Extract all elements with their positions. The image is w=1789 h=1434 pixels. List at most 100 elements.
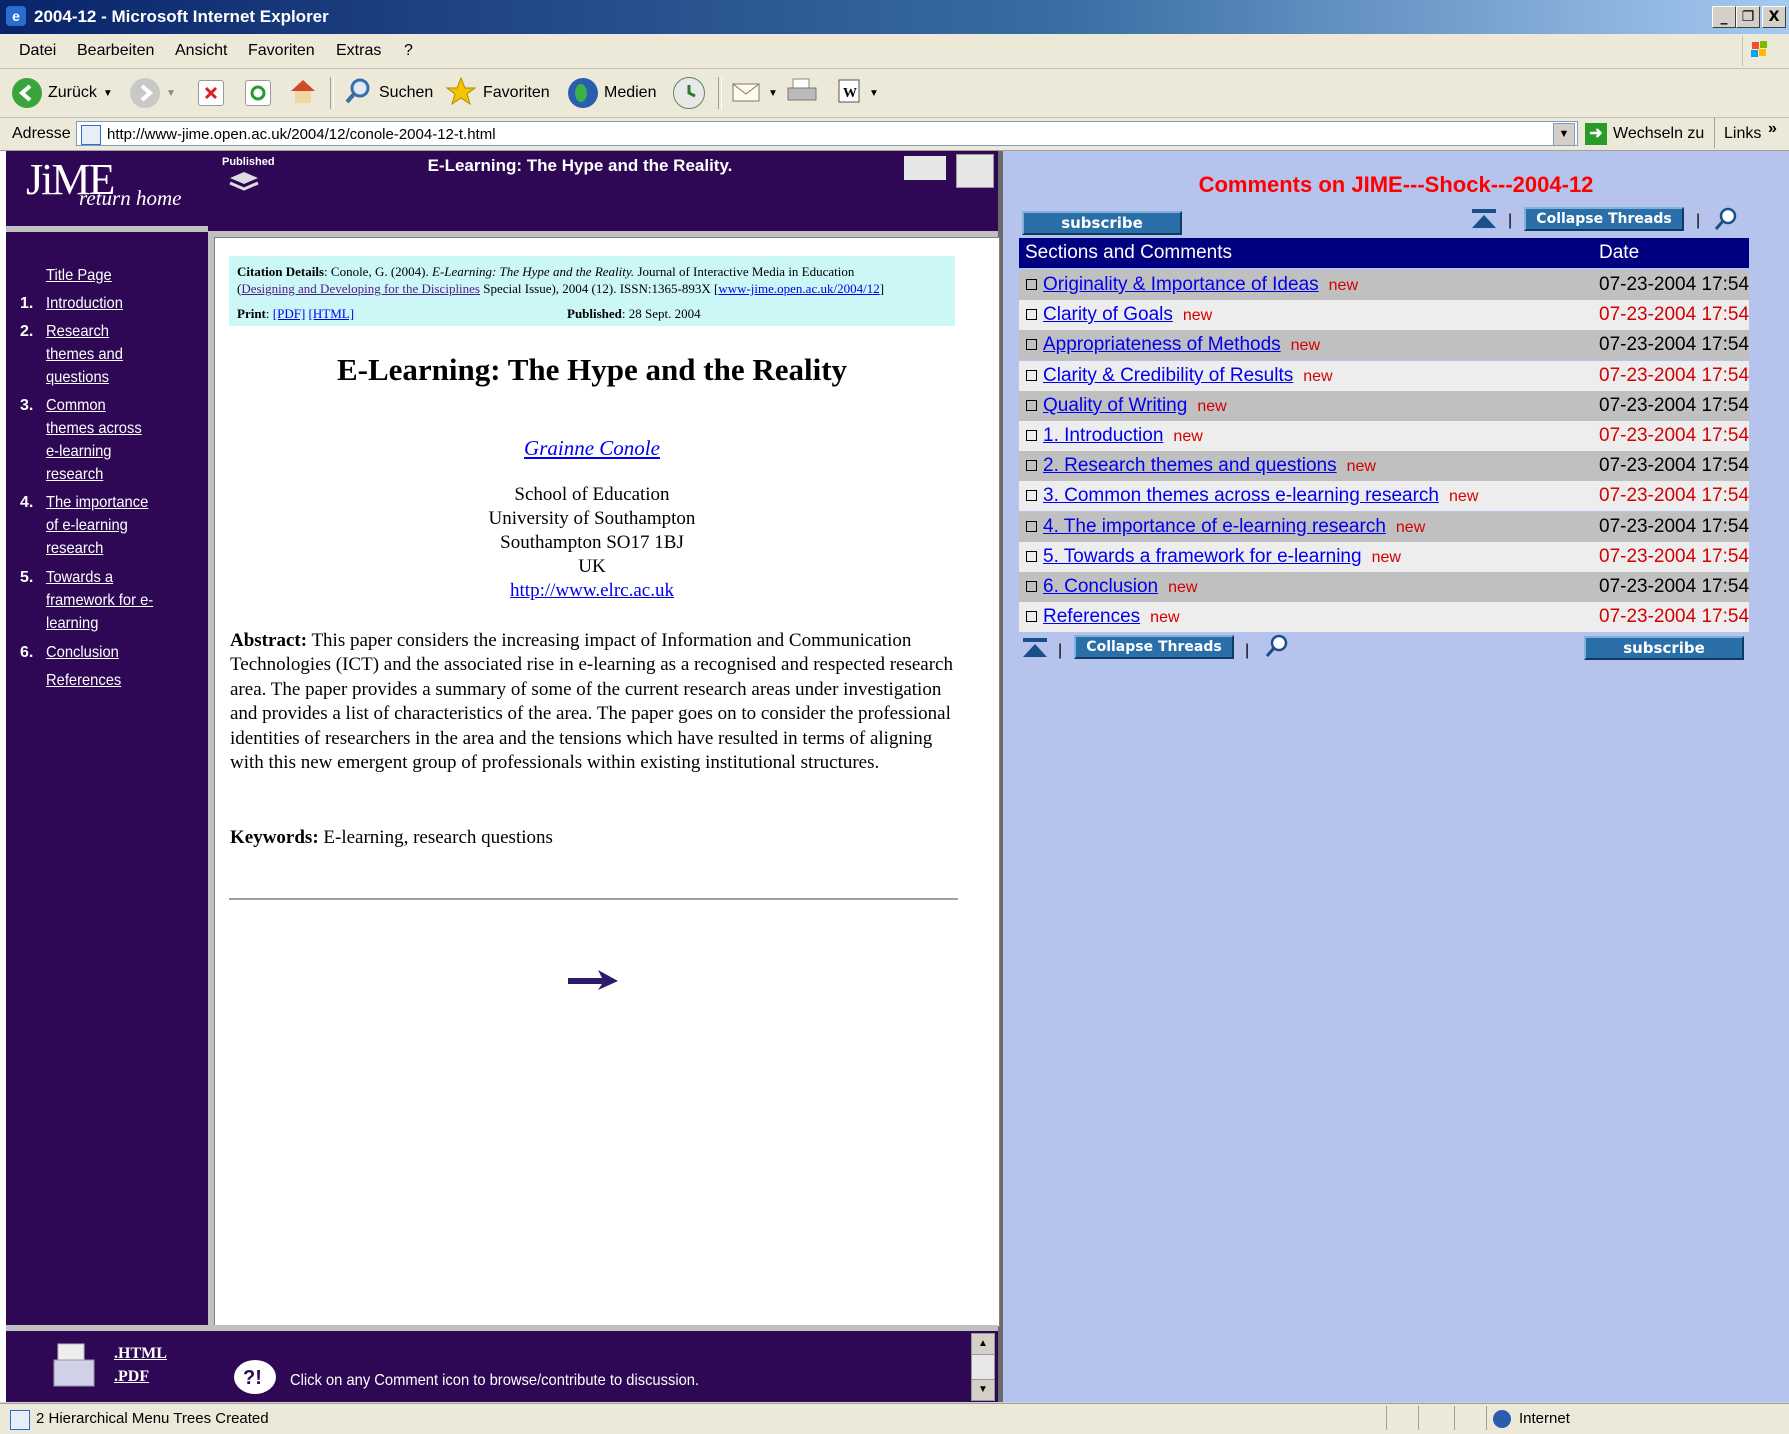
new-badge: new — [1346, 458, 1376, 476]
expand-checkbox-icon[interactable] — [1026, 520, 1037, 532]
next-page-arrow-icon[interactable] — [566, 966, 620, 999]
new-badge: new — [1197, 397, 1227, 415]
mail-button[interactable]: ▼ — [730, 77, 778, 109]
return-home-link[interactable]: return home — [79, 186, 181, 211]
subscribe-button-top[interactable]: subscribe — [1022, 211, 1182, 235]
restore-button[interactable]: ❐ — [1736, 6, 1760, 28]
comment-section-link[interactable]: 2. Research themes and questions — [1043, 455, 1337, 476]
scroll-down-icon[interactable]: ▼ — [972, 1379, 994, 1400]
minimize-button[interactable]: _ — [1712, 6, 1736, 28]
home-button[interactable] — [287, 77, 319, 109]
nav-item-title-page[interactable]: Title Page — [20, 264, 200, 287]
search-comments-icon[interactable] — [1264, 633, 1290, 664]
menu-help[interactable]: ? — [404, 42, 413, 60]
author-link[interactable]: Grainne Conole — [524, 436, 660, 460]
collapse-all-icon[interactable] — [1022, 637, 1048, 664]
collapse-threads-button-top[interactable]: Collapse Threads — [1524, 207, 1684, 231]
comment-section-link[interactable]: Originality & Importance of Ideas — [1043, 274, 1319, 295]
menu-file[interactable]: Datei — [19, 42, 56, 60]
address-dropdown-icon[interactable]: ▼ — [1553, 123, 1575, 146]
history-button[interactable] — [673, 77, 705, 109]
nav-item-framework[interactable]: 5. Towards a framework for e-learning — [20, 566, 200, 635]
refresh-button[interactable] — [245, 77, 271, 109]
menu-view[interactable]: Ansicht — [175, 42, 227, 60]
html-link[interactable]: [HTML] — [309, 306, 355, 321]
edit-button[interactable]: W ▼ — [835, 77, 879, 109]
scroll-up-icon[interactable]: ▲ — [972, 1334, 994, 1355]
nav-num: 2. — [20, 323, 34, 340]
comment-section-link[interactable]: 1. Introduction — [1043, 425, 1163, 446]
download-pdf-link[interactable]: .PDF — [114, 1368, 149, 1386]
menu-edit[interactable]: Bearbeiten — [77, 42, 154, 60]
website-link[interactable]: http://www.elrc.ac.uk — [510, 580, 674, 601]
search-button[interactable]: Suchen — [343, 77, 433, 109]
comment-section-link[interactable]: 3. Common themes across e-learning resea… — [1043, 485, 1439, 506]
back-dropdown-icon[interactable]: ▼ — [103, 88, 113, 99]
special-issue-link[interactable]: Designing and Developing for the Discipl… — [241, 281, 480, 296]
links-label[interactable]: Links — [1724, 125, 1761, 143]
stop-icon — [198, 80, 224, 106]
links-more-icon[interactable]: » — [1768, 120, 1777, 138]
hint-scrollbar[interactable]: ▲ ▼ — [971, 1333, 995, 1401]
windows-logo-icon — [1742, 36, 1777, 66]
nav-item-common-themes[interactable]: 3. Common themes across e-learning resear… — [20, 394, 200, 486]
media-button[interactable]: Medien — [568, 77, 656, 109]
expand-checkbox-icon[interactable] — [1026, 309, 1037, 321]
address-input[interactable]: http://www-jime.open.ac.uk/2004/12/conol… — [76, 121, 1578, 146]
print-button[interactable] — [785, 77, 819, 109]
nav-item-research-themes[interactable]: 2. Research themes and questions — [20, 320, 200, 389]
menu-favorites[interactable]: Favoriten — [248, 42, 315, 60]
close-button[interactable]: X — [1762, 6, 1786, 28]
stop-button[interactable] — [198, 77, 224, 109]
forward-dropdown-icon[interactable]: ▼ — [166, 88, 176, 99]
comment-section-link[interactable]: 4. The importance of e-learning research — [1043, 516, 1386, 537]
expand-checkbox-icon[interactable] — [1026, 581, 1037, 592]
comment-title-wrap: Clarity & Credibility of Results new — [1043, 365, 1333, 387]
search-comments-icon[interactable] — [1713, 206, 1739, 237]
comment-section-link[interactable]: Clarity of Goals — [1043, 304, 1173, 325]
collapse-all-icon[interactable] — [1471, 208, 1497, 235]
keywords: Keywords: E-learning, research questions — [230, 827, 956, 849]
expand-checkbox-icon[interactable] — [1026, 460, 1037, 472]
citation-authors: : Conole, G. (2004). — [324, 264, 432, 279]
comment-section-link[interactable]: 5. Towards a framework for e-learning — [1043, 546, 1362, 567]
comment-title-wrap: 2. Research themes and questions new — [1043, 455, 1376, 477]
expand-checkbox-icon[interactable] — [1026, 490, 1037, 502]
comment-section-link[interactable]: Clarity & Credibility of Results — [1043, 365, 1293, 386]
expand-checkbox-icon[interactable] — [1026, 430, 1037, 441]
go-button[interactable]: ➜ Wechseln zu — [1585, 122, 1704, 146]
toolbar-pipe: | — [1245, 642, 1250, 659]
edit-dropdown-icon[interactable]: ▼ — [869, 88, 879, 99]
pdf-link[interactable]: [PDF] — [273, 306, 306, 321]
expand-checkbox-icon[interactable] — [1026, 611, 1037, 623]
expand-checkbox-icon[interactable] — [1026, 550, 1037, 562]
citation-url-link[interactable]: www-jime.open.ac.uk/2004/12 — [718, 281, 879, 296]
comment-section-link[interactable]: Quality of Writing — [1043, 395, 1187, 416]
expand-checkbox-icon[interactable] — [1026, 399, 1037, 411]
nav-item-importance[interactable]: 4. The importance of e-learning research — [20, 491, 200, 560]
comment-section-link[interactable]: References — [1043, 606, 1140, 627]
nav-item-conclusion[interactable]: 6. Conclusion — [20, 641, 200, 664]
comment-section-link[interactable]: Appropriateness of Methods — [1043, 334, 1281, 355]
expand-checkbox-icon[interactable] — [1026, 369, 1037, 381]
print-sep: : — [265, 306, 273, 321]
subscribe-button-bottom[interactable]: subscribe — [1584, 636, 1744, 660]
download-html-link[interactable]: .HTML — [114, 1345, 167, 1363]
comment-date: 07-23-2004 17:54 — [1599, 455, 1750, 477]
mail-dropdown-icon[interactable]: ▼ — [768, 88, 778, 99]
expand-checkbox-icon[interactable] — [1026, 279, 1037, 290]
citation-label: Citation Details — [237, 264, 325, 279]
jime-logo[interactable]: JiME return home — [26, 152, 196, 222]
expand-checkbox-icon[interactable] — [1026, 339, 1037, 351]
menu-tools[interactable]: Extras — [336, 42, 381, 60]
comment-section-link[interactable]: 6. Conclusion — [1043, 576, 1158, 597]
page-view-icon[interactable] — [956, 154, 994, 188]
collapse-threads-button-bottom[interactable]: Collapse Threads — [1074, 635, 1234, 659]
nav-item-references[interactable]: References — [20, 669, 200, 692]
back-button[interactable]: Zurück ▼ — [12, 77, 113, 109]
horizontal-rule — [229, 898, 958, 900]
forward-button[interactable]: ▼ — [130, 77, 176, 109]
nav-item-introduction[interactable]: 1. Introduction — [20, 292, 200, 315]
favorites-button[interactable]: Favoriten — [445, 76, 550, 109]
toc-view-icon[interactable] — [904, 156, 946, 180]
